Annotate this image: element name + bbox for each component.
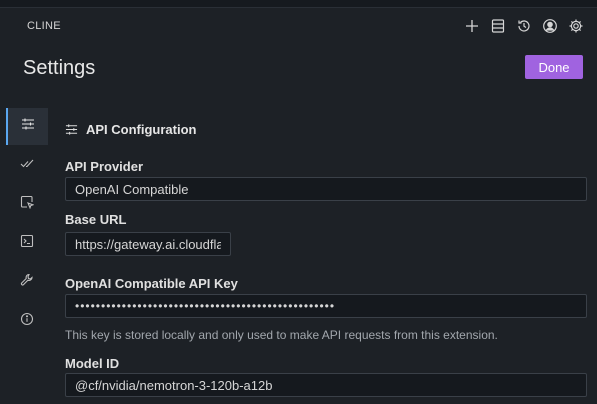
tab-debug[interactable] (6, 264, 48, 301)
api-key-masked-value: ••••••••••••••••••••••••••••••••••••••••… (75, 299, 336, 313)
done-button[interactable]: Done (525, 55, 583, 79)
api-key-help-text: This key is stored locally and only used… (65, 328, 498, 342)
window-top-strip (0, 0, 597, 8)
tab-features[interactable] (6, 147, 48, 184)
api-provider-value: OpenAI Compatible (75, 181, 189, 197)
sliders-icon (65, 123, 78, 136)
history-icon[interactable] (515, 17, 533, 35)
model-id-input[interactable] (65, 373, 587, 397)
section-title: API Configuration (86, 122, 197, 137)
base-url-input[interactable] (65, 232, 231, 256)
api-key-input[interactable]: ••••••••••••••••••••••••••••••••••••••••… (65, 294, 587, 318)
panel-header: CLINE (0, 8, 597, 46)
terminal-icon (20, 234, 34, 253)
api-provider-label: API Provider (65, 159, 144, 174)
tab-about[interactable] (6, 303, 48, 340)
info-icon (20, 312, 34, 331)
tab-browser[interactable] (6, 186, 48, 223)
wrench-icon (20, 273, 34, 292)
sliders-icon (21, 117, 35, 136)
gear-icon[interactable] (567, 17, 585, 35)
plus-icon[interactable] (463, 17, 481, 35)
api-provider-select[interactable]: OpenAI Compatible (65, 177, 587, 201)
section-header: API Configuration (65, 122, 197, 137)
settings-sidebar (0, 108, 48, 404)
base-url-label: Base URL (65, 212, 127, 227)
account-icon[interactable] (541, 17, 559, 35)
app-title: CLINE (27, 20, 61, 32)
page-title: Settings (23, 57, 96, 79)
check-check-icon (20, 156, 34, 175)
api-key-label: OpenAI Compatible API Key (65, 276, 238, 291)
browser-cursor-icon (20, 195, 35, 214)
tab-terminal[interactable] (6, 225, 48, 262)
history-list-icon[interactable] (489, 17, 507, 35)
model-id-label: Model ID (65, 356, 120, 371)
tab-api-configuration[interactable] (6, 108, 48, 145)
